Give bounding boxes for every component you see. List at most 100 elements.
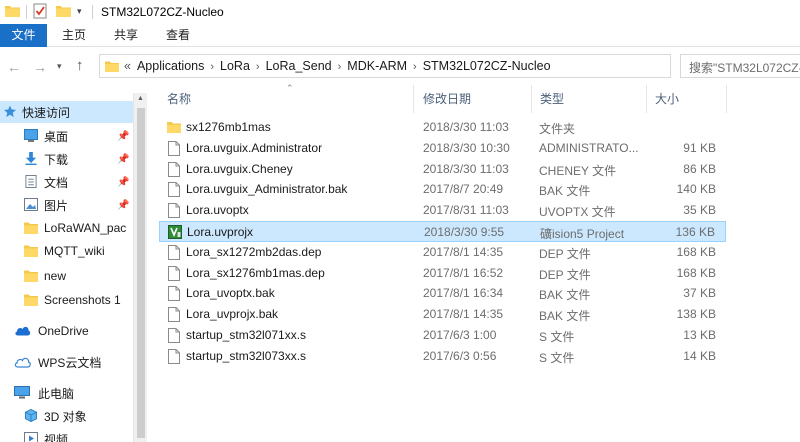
file-date: 2017/8/31 11:03 xyxy=(423,203,509,218)
file-date: 2018/3/30 11:03 xyxy=(423,120,509,134)
tab-file[interactable]: 文件 xyxy=(0,24,47,47)
navigation-pane-scrollbar[interactable]: ▲ xyxy=(133,93,147,442)
file-row[interactable]: Lora_uvprojx.bak 2017/8/1 14:35 BAK 文件 138 … xyxy=(159,304,726,325)
file-row[interactable]: startup_stm32l071xx.s 2017/6/3 1:00 S 文件 13… xyxy=(159,325,726,346)
file-type: S 文件 xyxy=(539,350,575,365)
up-arrow-icon[interactable]: ↑ xyxy=(76,57,84,74)
file-size: 14 KB xyxy=(683,348,716,363)
scrollbar-thumb[interactable] xyxy=(137,108,145,438)
column-divider[interactable] xyxy=(726,85,727,113)
file-row[interactable]: Lora.uvoptx 2017/8/31 11:03 UVOPTX 文件 35 KB xyxy=(159,200,726,221)
file-type: BAK 文件 xyxy=(539,309,591,324)
file-date: 2017/8/7 20:49 xyxy=(423,182,504,197)
sidebar-item-pictures[interactable]: 图片 📌 xyxy=(0,194,133,216)
sidebar-item-new[interactable]: new xyxy=(0,265,133,287)
file-icon xyxy=(168,182,180,198)
pin-icon[interactable]: 📌 xyxy=(117,131,129,142)
folder-icon xyxy=(105,61,119,72)
column-divider[interactable] xyxy=(413,85,414,113)
sidebar-item-label: 3D 对象 xyxy=(44,409,87,424)
sidebar-item-label: 快速访问 xyxy=(22,105,71,120)
onedrive-icon xyxy=(15,326,31,336)
file-row[interactable]: Lora.uvguix.Administrator 2018/3/30 10:30… xyxy=(159,138,726,159)
sidebar-item-label: new xyxy=(44,269,67,283)
file-row[interactable]: sx1276mb1mas 2018/3/30 11:03 文件夹 xyxy=(159,117,726,138)
recent-locations-dropdown-icon[interactable]: ▾ xyxy=(57,61,62,72)
file-row[interactable]: Lora_sx1272mb2das.dep 2017/8/1 14:35 DEP 文… xyxy=(159,242,726,263)
file-date: 2018/3/30 9:55 xyxy=(424,225,505,239)
sidebar-item-wps-cloud[interactable]: WPS云文档 xyxy=(0,351,133,373)
sidebar-item-mqtt-wiki[interactable]: MQTT_wiki xyxy=(0,240,133,262)
folder-icon[interactable] xyxy=(5,4,20,17)
address-bar[interactable]: «Applications › LoRa › LoRa_Send › MDK-ARM › STM… xyxy=(99,54,671,78)
file-row[interactable]: startup_stm32l073xx.s 2017/6/3 0:56 S 文件 14… xyxy=(159,346,726,367)
sidebar-item-downloads[interactable]: 下载 📌 xyxy=(0,148,133,170)
keil-project-icon xyxy=(168,225,182,239)
chevron-right-icon[interactable]: › xyxy=(250,61,266,73)
pin-icon[interactable]: 📌 xyxy=(117,200,129,211)
sidebar-item-documents[interactable]: 文档 📌 xyxy=(0,171,133,193)
pin-icon[interactable]: 📌 xyxy=(117,177,129,188)
back-arrow-icon[interactable]: ← xyxy=(7,59,21,75)
scroll-up-icon[interactable]: ▲ xyxy=(137,95,144,102)
sidebar-item-label: 桌面 xyxy=(44,129,69,144)
file-icon xyxy=(168,328,180,343)
sidebar-item-this-pc[interactable]: 此电脑 xyxy=(0,382,133,404)
column-header-date[interactable]: 修改日期 xyxy=(423,85,471,113)
folder-icon xyxy=(24,294,38,306)
navigation-bar: ← → ▾ ↑ «Applications › LoRa › LoRa_Send › MDK… xyxy=(0,48,800,85)
file-date: 2018/3/30 11:03 xyxy=(423,161,509,176)
search-input[interactable]: 搜索"STM32L072CZ-Nucleo" xyxy=(680,54,800,78)
breadcrumb-item[interactable]: LoRa xyxy=(220,59,250,73)
file-row[interactable]: Lora_sx1276mb1mas.dep 2017/8/1 16:52 DEP 文… xyxy=(159,263,726,284)
column-header-type[interactable]: 类型 xyxy=(540,85,564,113)
star-icon xyxy=(3,105,17,117)
breadcrumb-item[interactable]: MDK-ARM xyxy=(347,59,407,73)
quick-access-dropdown-icon[interactable]: ▾ xyxy=(77,6,82,17)
breadcrumb-item[interactable]: STM32L072CZ-Nucleo xyxy=(423,59,551,73)
file-type: 礦ision5 Project xyxy=(540,227,625,241)
file-icon xyxy=(168,348,180,364)
sidebar-item-lorawan-pac[interactable]: LoRaWAN_pac xyxy=(0,217,133,239)
sidebar-item-quick-access[interactable]: 快速访问 xyxy=(0,101,133,123)
file-row[interactable]: Lora.uvprojx 2018/3/30 9:55 礦ision5 Projec… xyxy=(159,221,726,242)
column-header-size[interactable]: 大小 xyxy=(655,85,679,113)
folder-icon xyxy=(24,222,38,234)
sidebar-item-label: Screenshots 1 xyxy=(44,293,121,307)
breadcrumb-overflow[interactable]: « xyxy=(124,59,137,73)
sidebar-item-label: 下载 xyxy=(44,152,69,167)
sidebar-item-desktop[interactable]: 桌面 📌 xyxy=(0,125,133,147)
tab-view[interactable]: 查看 xyxy=(156,24,200,47)
file-row[interactable]: Lora_uvoptx.bak 2017/8/1 16:34 BAK 文件 37 KB xyxy=(159,283,726,304)
forward-arrow-icon[interactable]: → xyxy=(33,59,47,75)
sidebar-item-screenshots[interactable]: Screenshots 1 xyxy=(0,289,133,311)
sort-ascending-icon: ⌃ xyxy=(286,83,294,93)
chevron-right-icon[interactable]: › xyxy=(407,61,423,73)
file-size: 35 KB xyxy=(683,203,716,218)
sidebar-item-3d-objects[interactable]: 3D 对象 xyxy=(0,405,133,427)
breadcrumb-item[interactable]: LoRa_Send xyxy=(266,59,332,73)
tab-share[interactable]: 共享 xyxy=(104,24,148,47)
column-divider[interactable] xyxy=(531,85,532,113)
breadcrumb-item[interactable]: Applications xyxy=(137,59,204,73)
sidebar-item-onedrive[interactable]: OneDrive xyxy=(0,320,133,342)
file-row[interactable]: Lora.uvguix.Cheney 2018/3/30 11:03 CHENEY … xyxy=(159,159,726,180)
file-name: Lora_uvprojx.bak xyxy=(186,307,279,322)
file-type: 文件夹 xyxy=(539,122,576,136)
file-row[interactable]: Lora.uvguix_Administrator.bak 2017/8/7 20… xyxy=(159,179,726,200)
chevron-right-icon[interactable]: › xyxy=(332,61,348,73)
tab-home[interactable]: 主页 xyxy=(52,24,96,47)
file-name: Lora.uvguix.Cheney xyxy=(186,161,293,176)
window-title: STM32L072CZ-Nucleo xyxy=(101,5,224,19)
file-name: Lora.uvguix.Administrator xyxy=(186,140,323,155)
file-size: 138 KB xyxy=(676,307,716,322)
sidebar-item-label: MQTT_wiki xyxy=(44,244,105,258)
column-header-name[interactable]: 名称 xyxy=(167,85,191,113)
pin-icon[interactable]: 📌 xyxy=(117,154,129,165)
file-type: S 文件 xyxy=(539,330,575,344)
new-folder-icon[interactable] xyxy=(56,4,71,17)
sidebar-item-videos[interactable]: 视频 xyxy=(0,428,133,442)
chevron-right-icon[interactable]: › xyxy=(204,61,220,73)
column-divider[interactable] xyxy=(646,85,647,113)
properties-icon[interactable] xyxy=(33,3,48,19)
